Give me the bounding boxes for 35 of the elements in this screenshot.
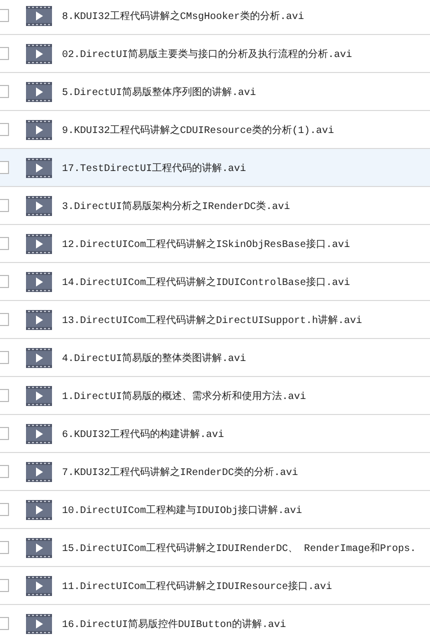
video-file-icon (26, 6, 52, 26)
video-file-icon (26, 234, 52, 254)
file-name: 13.DirectUICom工程代码讲解之DirectUISupport.h讲解.avi (62, 314, 362, 326)
file-name: 5.DirectUI简易版整体序列图的讲解.avi (62, 86, 256, 98)
file-name: 12.DirectUICom工程代码讲解之ISkinObjResBase接口.avi (62, 238, 350, 250)
video-file-icon (26, 614, 52, 634)
file-name: 16.DirectUI简易版控件DUIButton的讲解.avi (62, 618, 286, 630)
file-name: 4.DirectUI简易版的整体类图讲解.avi (62, 352, 246, 364)
file-name: 02.DirectUI简易版主要类与接口的分析及执行流程的分析.avi (62, 48, 352, 60)
file-name: 6.KDUI32工程代码的构建讲解.avi (62, 428, 224, 440)
video-file-icon (26, 120, 52, 140)
video-file-icon (26, 348, 52, 368)
video-file-icon (26, 272, 52, 292)
file-name: 15.DirectUICom工程代码讲解之IDUIRenderDC、 RenderImage和Props. (62, 542, 416, 554)
video-file-icon (26, 310, 52, 330)
file-name: 9.KDUI32工程代码讲解之CDUIResource类的分析(1).avi (62, 124, 334, 136)
file-name: 10.DirectUICom工程构建与IDUIObj接口讲解.avi (62, 504, 302, 516)
video-file-icon (26, 462, 52, 482)
file-name: 3.DirectUI简易版架构分析之IRenderDC类.avi (62, 200, 290, 212)
video-file-icon (26, 82, 52, 102)
video-file-icon (26, 196, 52, 216)
file-name: 8.KDUI32工程代码讲解之CMsgHooker类的分析.avi (62, 10, 304, 22)
file-name: 1.DirectUI简易版的概述、需求分析和使用方法.avi (62, 390, 306, 402)
video-file-icon (26, 500, 52, 520)
file-name: 17.TestDirectUI工程代码的讲解.avi (62, 162, 246, 174)
video-file-icon (26, 538, 52, 558)
video-file-icon (26, 158, 52, 178)
video-file-icon (26, 44, 52, 64)
file-name: 11.DirectUICom工程代码讲解之IDUIResource接口.avi (62, 580, 332, 592)
video-file-icon (26, 424, 52, 444)
file-name: 14.DirectUICom工程代码讲解之IDUIControlBase接口.avi (62, 276, 350, 288)
video-file-icon (26, 576, 52, 596)
file-row[interactable]: 17.TestDirectUI工程代码的讲解.avi (0, 149, 430, 187)
video-file-icon (26, 386, 52, 406)
file-name: 7.KDUI32工程代码讲解之IRenderDC类的分析.avi (62, 466, 298, 478)
